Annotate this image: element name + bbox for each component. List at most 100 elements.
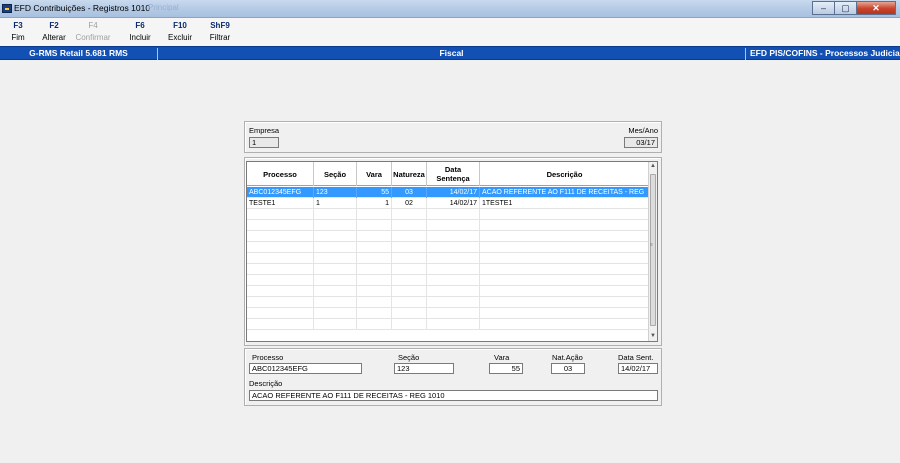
toolbar-label: Alterar	[42, 33, 66, 42]
cell-processo: TESTE1	[247, 198, 314, 209]
cell-vara	[357, 319, 392, 330]
cell-descricao: 1TESTE1	[480, 198, 650, 209]
cell-secao	[314, 297, 357, 308]
cell-processo	[247, 297, 314, 308]
cell-processo: ABC012345EFG	[247, 187, 314, 198]
toolbar-filtrar-button[interactable]: ShF9 Filtrar	[202, 21, 238, 42]
table-row[interactable]	[247, 253, 650, 264]
secao-field[interactable]: 123	[394, 363, 454, 374]
filter-panel: Empresa 1 Mes/Ano 03/17	[244, 121, 662, 153]
cell-natureza	[392, 308, 427, 319]
toolbar-label: Confirmar	[75, 33, 111, 42]
toolbar-label: Filtrar	[209, 33, 231, 42]
cell-secao	[314, 308, 357, 319]
cell-processo	[247, 253, 314, 264]
table-row[interactable]	[247, 264, 650, 275]
function-key-toolbar: F3 Fim F2 Alterar F4 Confirmar F6 Inclui…	[0, 18, 900, 46]
mesano-field[interactable]: 03/17	[624, 137, 658, 148]
column-header-data-sentenca[interactable]: Data Sentença	[427, 162, 480, 186]
cell-descricao	[480, 264, 650, 275]
toolbar-key: ShF9	[210, 21, 230, 30]
cell-processo	[247, 286, 314, 297]
cell-processo	[247, 242, 314, 253]
processo-label: Processo	[252, 353, 284, 362]
toolbar-confirmar-button[interactable]: F4 Confirmar	[73, 21, 113, 42]
scroll-down-icon[interactable]: ▼	[649, 332, 657, 341]
secao-label: Seção	[398, 353, 420, 362]
system-name: G-RMS Retail 5.681 RMS	[0, 48, 158, 60]
column-header-natureza[interactable]: Natureza	[392, 162, 427, 186]
cell-descricao	[480, 242, 650, 253]
module-name: Fiscal	[158, 48, 746, 60]
cell-secao	[314, 209, 357, 220]
empresa-field[interactable]: 1	[249, 137, 279, 148]
table-row[interactable]	[247, 308, 650, 319]
table-row[interactable]	[247, 319, 650, 330]
column-header-descricao[interactable]: Descrição	[480, 162, 650, 186]
cell-processo	[247, 319, 314, 330]
cell-data	[427, 308, 480, 319]
scroll-up-icon[interactable]: ▲	[649, 162, 657, 171]
natacao-field[interactable]: 03	[551, 363, 585, 374]
cell-vara	[357, 286, 392, 297]
toolbar-incluir-button[interactable]: F6 Incluir	[122, 21, 158, 42]
cell-processo	[247, 209, 314, 220]
status-header: G-RMS Retail 5.681 RMS Fiscal EFD PIS/CO…	[0, 46, 900, 60]
column-header-vara[interactable]: Vara	[357, 162, 392, 186]
toolbar-label: Fim	[11, 33, 25, 42]
processo-field[interactable]: ABC012345EFG	[249, 363, 362, 374]
processos-grid[interactable]: Processo Seção Vara Natureza Data Senten…	[246, 161, 658, 342]
table-row[interactable]: TESTE1 1 1 02 14/02/17 1TESTE1	[247, 198, 650, 209]
column-header-secao[interactable]: Seção	[314, 162, 357, 186]
table-row[interactable]: ABC012345EFG 123 55 03 14/02/17 ACAO REFERENT…	[247, 187, 650, 198]
cell-data	[427, 275, 480, 286]
mesano-label: Mes/Ano	[628, 126, 658, 135]
window-title-ghost: Principal	[148, 3, 179, 12]
toolbar-fim-button[interactable]: F3 Fim	[0, 21, 36, 42]
cell-descricao	[480, 286, 650, 297]
cell-natureza	[392, 253, 427, 264]
vara-field[interactable]: 55	[489, 363, 523, 374]
descricao-field[interactable]: ACAO REFERENTE AO F111 DE RECEITAS - REG…	[249, 390, 658, 401]
cell-secao	[314, 264, 357, 275]
maximize-button[interactable]: ▢	[834, 1, 856, 15]
table-row[interactable]	[247, 209, 650, 220]
table-row[interactable]	[247, 297, 650, 308]
cell-data	[427, 242, 480, 253]
toolbar-alterar-button[interactable]: F2 Alterar	[36, 21, 72, 42]
cell-vara	[357, 209, 392, 220]
cell-vara	[357, 242, 392, 253]
cell-data: 14/02/17	[427, 198, 480, 209]
table-row[interactable]	[247, 220, 650, 231]
vara-label: Vara	[494, 353, 510, 362]
table-row[interactable]	[247, 242, 650, 253]
cell-descricao	[480, 297, 650, 308]
toolbar-key: F2	[49, 21, 59, 30]
cell-secao	[314, 319, 357, 330]
app-icon	[2, 4, 12, 13]
cell-descricao	[480, 308, 650, 319]
cell-data	[427, 286, 480, 297]
cell-vara	[357, 297, 392, 308]
cell-natureza	[392, 231, 427, 242]
datasent-field[interactable]: 14/02/17	[618, 363, 658, 374]
cell-vara	[357, 308, 392, 319]
column-header-processo[interactable]: Processo	[247, 162, 314, 186]
close-button[interactable]: ✕	[856, 1, 896, 15]
cell-processo	[247, 231, 314, 242]
table-row[interactable]	[247, 231, 650, 242]
cell-vara	[357, 264, 392, 275]
table-row[interactable]	[247, 286, 650, 297]
cell-vara: 1	[357, 198, 392, 209]
toolbar-excluir-button[interactable]: F10 Excluir	[162, 21, 198, 42]
scroll-thumb[interactable]	[650, 174, 656, 326]
cell-secao	[314, 286, 357, 297]
cell-data	[427, 231, 480, 242]
toolbar-key: F10	[173, 21, 187, 30]
grid-scrollbar[interactable]: ▲ ≡ ▼	[648, 162, 657, 341]
table-row[interactable]	[247, 275, 650, 286]
toolbar-key: F6	[135, 21, 145, 30]
minimize-button[interactable]: –	[812, 1, 834, 15]
cell-vara	[357, 231, 392, 242]
cell-natureza	[392, 264, 427, 275]
